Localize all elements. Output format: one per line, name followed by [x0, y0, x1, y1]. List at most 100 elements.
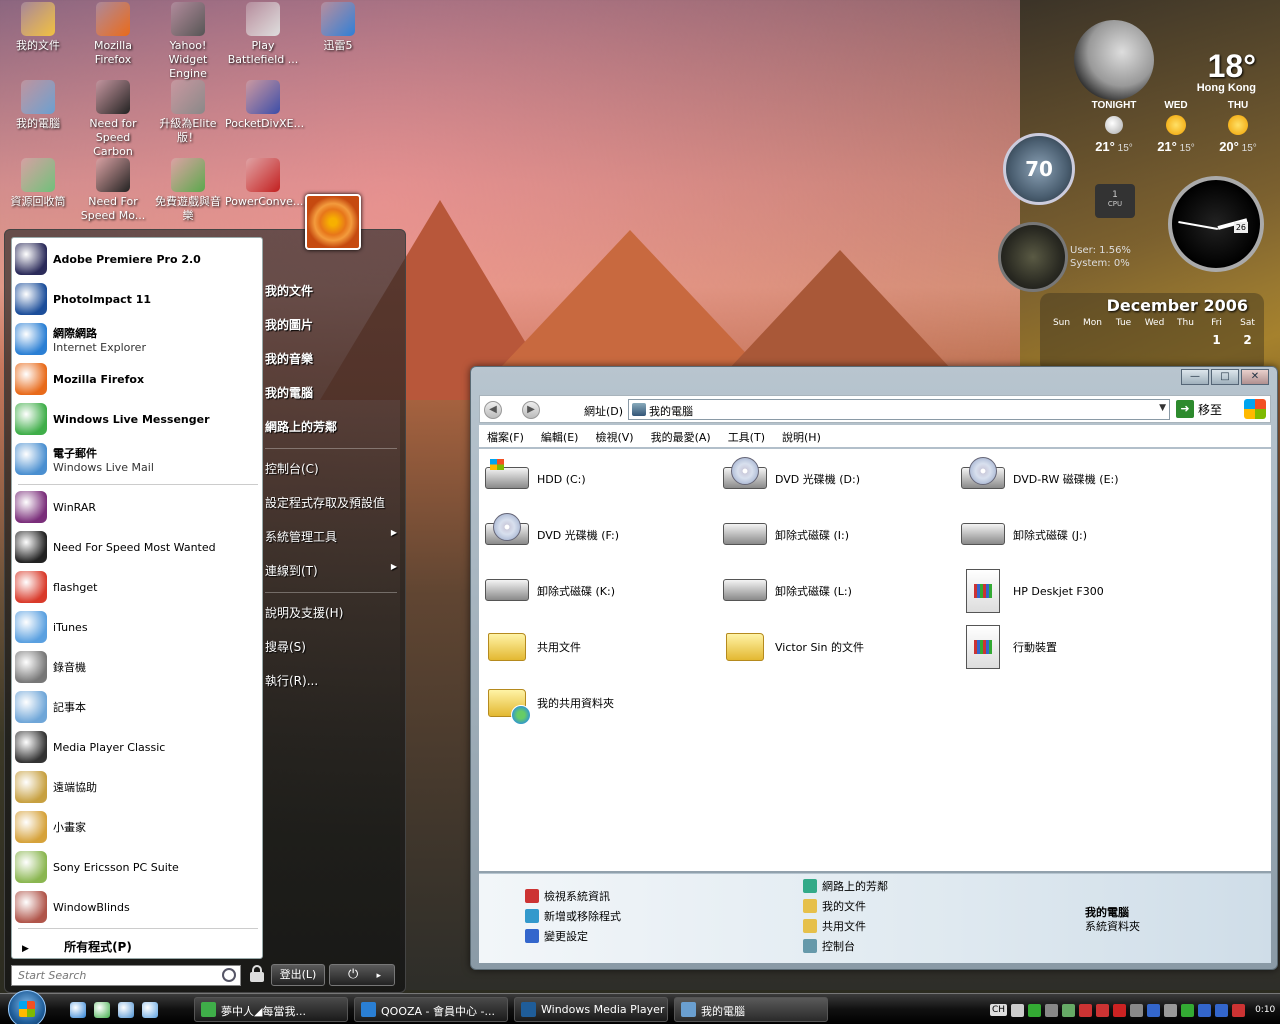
start-menu-link[interactable]: 系統管理工具 ▶ — [265, 528, 399, 545]
start-menu-link[interactable]: 執行(R)... — [265, 672, 399, 689]
quick-launch-icon[interactable] — [118, 1002, 134, 1018]
language-indicator[interactable]: CH — [990, 1004, 1008, 1016]
start-search-input[interactable]: Start Search — [11, 965, 241, 986]
start-menu-program[interactable]: 遠端協助 — [15, 768, 261, 806]
drive-item[interactable]: DVD-RW 磁碟機 (E:) — [959, 455, 1119, 503]
calendar-gadget[interactable]: December 2006 Sun Mon Tue Wed Thu Fri Sat 12 — [1040, 293, 1264, 373]
logoff-button[interactable]: 登出(L) — [271, 964, 325, 986]
start-menu-program[interactable]: Sony Ericsson PC Suite — [15, 848, 261, 886]
tray-icon[interactable] — [1079, 1003, 1093, 1017]
tray-icon[interactable] — [1181, 1003, 1195, 1017]
details-task-link[interactable]: 變更設定 — [525, 928, 588, 944]
address-input[interactable]: 我的電腦 ▼ — [628, 399, 1170, 420]
back-arrow-icon[interactable]: ◀ — [484, 401, 502, 419]
taskbar-button[interactable]: QOOZA - 會員中心 -... — [354, 997, 508, 1022]
desktop-icon[interactable]: Need for Speed Carbon — [75, 80, 151, 159]
start-menu-program[interactable]: WindowBlinds — [15, 888, 261, 926]
start-menu-program[interactable]: 網際網路 Internet Explorer — [15, 320, 261, 358]
power-button[interactable]: ⏻ ▸ — [329, 964, 395, 986]
start-menu-link[interactable]: 連線到(T) ▶ — [265, 562, 399, 579]
drive-item[interactable]: 卸除式磁碟 (I:) — [721, 511, 849, 559]
search-icon[interactable] — [222, 968, 236, 982]
start-menu-program[interactable]: iTunes — [15, 608, 261, 646]
analog-clock-gadget[interactable]: 26 — [1168, 176, 1264, 272]
drive-item[interactable]: 我的共用資料夾 — [483, 679, 614, 727]
tray-icon[interactable] — [1096, 1003, 1110, 1017]
start-menu-program[interactable]: Need For Speed Most Wanted — [15, 528, 261, 566]
details-place-link[interactable]: 我的文件 — [803, 898, 866, 914]
forward-arrow-icon[interactable]: ▶ — [522, 401, 540, 419]
menu-item[interactable]: 編輯(E) — [541, 429, 579, 444]
tray-clock[interactable]: 0:10 — [1255, 1005, 1275, 1015]
start-menu-link[interactable]: 我的圖片 — [265, 316, 399, 333]
drive-item[interactable]: HP Deskjet F300 — [959, 567, 1104, 615]
start-menu-program[interactable]: Mozilla Firefox — [15, 360, 261, 398]
start-menu-link[interactable]: 我的音樂 — [265, 350, 399, 367]
start-menu-program[interactable]: WinRAR — [15, 488, 261, 526]
minimize-button[interactable]: — — [1181, 369, 1209, 385]
tray-icon[interactable] — [1215, 1003, 1229, 1017]
taskbar-button[interactable]: 夢中人◢每當我... — [194, 997, 348, 1022]
drive-item[interactable]: 卸除式磁碟 (J:) — [959, 511, 1087, 559]
desktop-icon[interactable]: 升級為Elite 版！ — [150, 80, 226, 145]
tray-icon[interactable] — [1062, 1003, 1076, 1017]
chevron-down-icon[interactable]: ▼ — [1159, 403, 1166, 413]
desktop-icon[interactable]: 迅雷5 — [300, 2, 376, 53]
calendar-day[interactable]: 2 — [1232, 333, 1263, 347]
desktop-icon[interactable]: 我的電腦 — [0, 80, 76, 131]
details-place-link[interactable]: 共用文件 — [803, 918, 866, 934]
maximize-button[interactable]: □ — [1211, 369, 1239, 385]
start-menu-link[interactable]: 搜尋(S) — [265, 638, 399, 655]
power-options-arrow[interactable]: ▸ — [376, 971, 381, 981]
quick-launch-icon[interactable] — [94, 1002, 110, 1018]
calendar-day[interactable] — [1108, 333, 1139, 347]
calendar-day[interactable]: 1 — [1201, 333, 1232, 347]
desktop-icon[interactable]: Mozilla Firefox — [75, 2, 151, 67]
desktop-icon[interactable]: Need For Speed Mo... — [75, 158, 151, 223]
tray-icon[interactable] — [1232, 1003, 1246, 1017]
taskbar-button[interactable]: Windows Media Player — [514, 997, 668, 1022]
details-task-link[interactable]: 檢視系統資訊 — [525, 888, 610, 904]
tray-icon[interactable] — [1045, 1003, 1059, 1017]
tray-icon[interactable] — [1198, 1003, 1212, 1017]
weather-gadget[interactable]: 18° Hong Kong TONIGHT 21° 15° WED 21° 15… — [1072, 18, 1268, 158]
start-menu-link[interactable]: 控制台(C) — [265, 460, 399, 477]
desktop-icon[interactable]: 資源回收筒 — [0, 158, 76, 209]
desktop-icon[interactable]: 我的文件 — [0, 2, 76, 53]
start-menu-link[interactable]: 我的文件 — [265, 282, 399, 299]
drive-item[interactable]: DVD 光碟機 (D:) — [721, 455, 860, 503]
start-menu-program[interactable]: 錄音機 — [15, 648, 261, 686]
calendar-day[interactable] — [1170, 333, 1201, 347]
drive-item[interactable]: 卸除式磁碟 (L:) — [721, 567, 852, 615]
start-menu-link[interactable]: 我的電腦 — [265, 384, 399, 401]
tray-icon[interactable] — [1164, 1003, 1178, 1017]
start-button[interactable] — [8, 990, 46, 1024]
start-menu-program[interactable]: Adobe Premiere Pro 2.0 — [15, 240, 261, 278]
start-menu-link[interactable]: 設定程式存取及預設值 — [265, 494, 399, 511]
go-button[interactable]: ➜ 移至 — [1176, 400, 1222, 418]
memory-meter-dial[interactable] — [998, 222, 1068, 292]
start-menu-program[interactable]: Media Player Classic — [15, 728, 261, 766]
drive-item[interactable]: Victor Sin 的文件 — [721, 623, 864, 671]
tray-icon[interactable] — [1130, 1003, 1144, 1017]
drive-item[interactable]: 行動裝置 — [959, 623, 1057, 671]
tray-icon[interactable] — [1011, 1003, 1025, 1017]
tray-icon[interactable] — [1147, 1003, 1161, 1017]
start-menu-program[interactable]: 記事本 — [15, 688, 261, 726]
desktop-icon[interactable]: 免費遊戲與音樂 — [150, 158, 226, 223]
start-menu-program[interactable]: flashget — [15, 568, 261, 606]
drive-item[interactable]: DVD 光碟機 (F:) — [483, 511, 619, 559]
taskbar-button[interactable]: 我的電腦 — [674, 997, 828, 1022]
details-place-link[interactable]: 網路上的芳鄰 — [803, 878, 888, 894]
drive-item[interactable]: HDD (C:) — [483, 455, 586, 503]
start-menu-program[interactable]: 電子郵件 Windows Live Mail — [15, 440, 261, 478]
lock-icon[interactable] — [250, 965, 264, 983]
user-avatar[interactable] — [305, 194, 361, 250]
desktop-icon[interactable]: PowerConve... — [225, 158, 303, 209]
menu-item[interactable]: 說明(H) — [782, 429, 821, 444]
desktop-icon[interactable]: Play Battlefield ... — [225, 2, 301, 67]
calendar-day[interactable] — [1077, 333, 1108, 347]
drive-item[interactable]: 卸除式磁碟 (K:) — [483, 567, 615, 615]
menu-item[interactable]: 我的最愛(A) — [651, 429, 711, 444]
start-menu-program[interactable]: PhotoImpact 11 — [15, 280, 261, 318]
